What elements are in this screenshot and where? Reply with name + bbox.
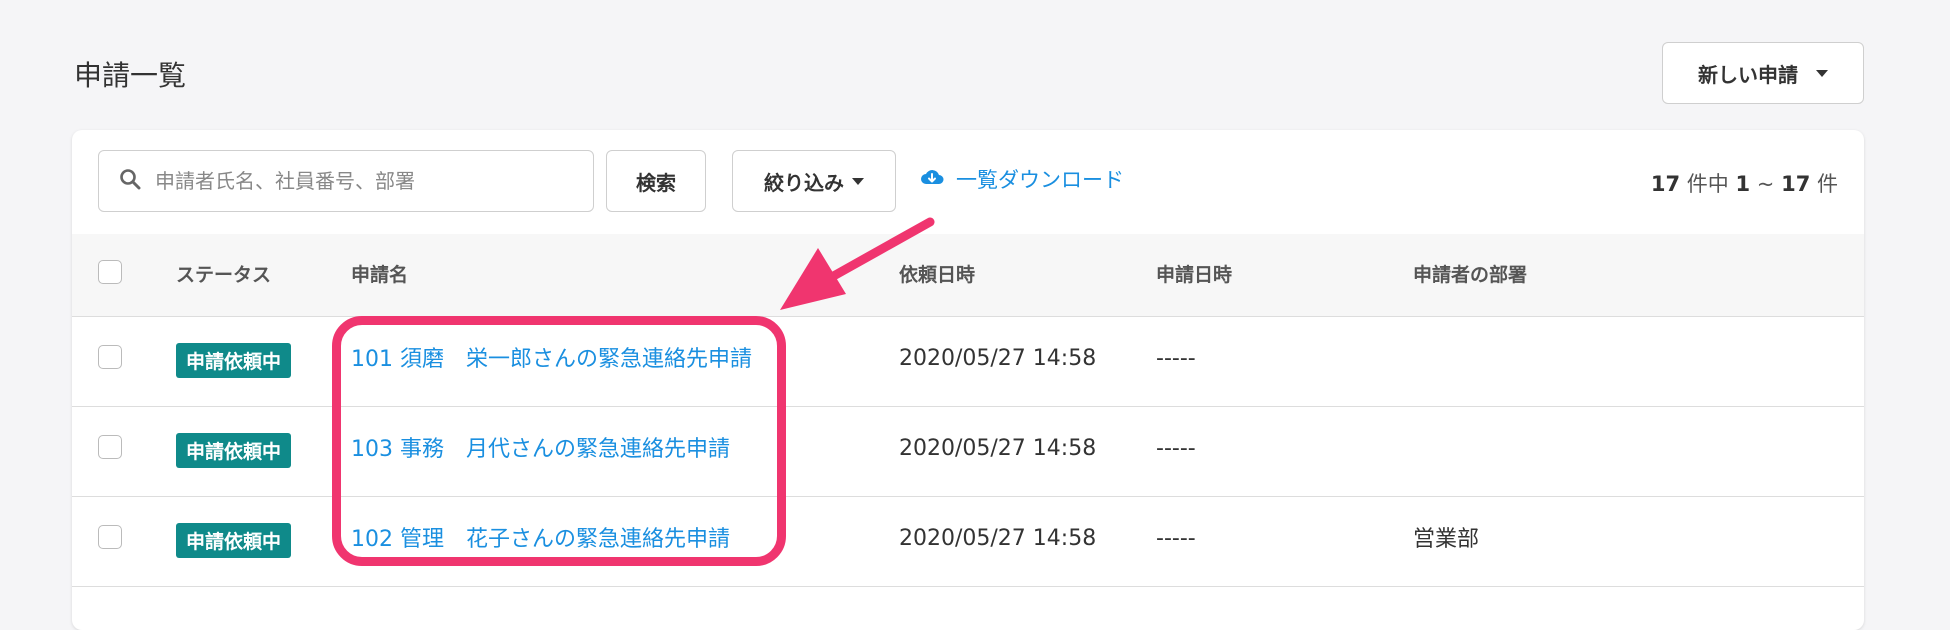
count-to-suffix: 件: [1817, 172, 1838, 196]
column-header-status[interactable]: ステータス: [176, 234, 271, 316]
select-all-checkbox[interactable]: [98, 260, 122, 284]
search-icon: [119, 168, 141, 194]
column-header-applied-at[interactable]: 申請日時: [1156, 234, 1232, 316]
cloud-download-icon: [920, 167, 944, 192]
search-button-label: 検索: [636, 170, 676, 195]
status-badge: 申請依頼中: [176, 433, 292, 468]
application-name-link[interactable]: 101 須磨 栄一郎さんの緊急連絡先申請: [351, 341, 752, 373]
requested-at-cell: 2020/05/27 14:58: [899, 436, 1097, 461]
search-input[interactable]: [153, 168, 577, 194]
applied-at-cell: -----: [1156, 346, 1196, 371]
requested-at-cell: 2020/05/27 14:58: [899, 526, 1097, 551]
search-button[interactable]: 検索: [606, 150, 706, 212]
table-row[interactable]: 申請依頼中 102 管理 花子さんの緊急連絡先申請 2020/05/27 14:…: [72, 497, 1864, 587]
column-header-department[interactable]: 申請者の部署: [1413, 234, 1527, 316]
row-checkbox[interactable]: [98, 435, 122, 459]
status-badge: 申請依頼中: [176, 523, 292, 558]
table-header: ステータス 申請名 依頼日時 申請日時 申請者の部署: [72, 234, 1864, 317]
requested-at-cell: 2020/05/27 14:58: [899, 346, 1097, 371]
search-field[interactable]: [98, 150, 594, 212]
application-name-link[interactable]: 102 管理 花子さんの緊急連絡先申請: [351, 521, 730, 553]
department-cell: 営業部: [1413, 527, 1480, 552]
count-total-suffix: 件中: [1686, 172, 1729, 196]
applied-at-cell: -----: [1156, 526, 1196, 551]
count-separator: ~: [1756, 172, 1775, 196]
column-header-requested-at[interactable]: 依頼日時: [899, 234, 975, 316]
caret-down-icon: [1816, 69, 1828, 77]
row-checkbox[interactable]: [98, 345, 122, 369]
table-row[interactable]: 申請依頼中 103 事務 月代さんの緊急連絡先申請 2020/05/27 14:…: [72, 407, 1864, 497]
row-checkbox[interactable]: [98, 525, 122, 549]
application-name-link[interactable]: 103 事務 月代さんの緊急連絡先申請: [351, 431, 730, 463]
filter-button-label: 絞り込み: [764, 170, 844, 195]
count-total: 17: [1650, 172, 1681, 196]
filter-button[interactable]: 絞り込み: [732, 150, 896, 212]
count-to: 17: [1781, 172, 1811, 196]
new-application-label: 新しい申請: [1698, 62, 1798, 87]
column-header-name[interactable]: 申請名: [351, 234, 408, 316]
caret-down-icon: [852, 177, 864, 185]
applied-at-cell: -----: [1156, 436, 1196, 461]
status-badge: 申請依頼中: [176, 343, 292, 378]
download-list-link[interactable]: 一覧ダウンロード: [920, 164, 1124, 194]
table-row[interactable]: 申請依頼中 101 須磨 栄一郎さんの緊急連絡先申請 2020/05/27 14…: [72, 317, 1864, 407]
new-application-button[interactable]: 新しい申請: [1662, 42, 1864, 104]
result-count: 17 件中 1 ~ 17 件: [1651, 168, 1838, 198]
application-list-card: 検索 絞り込み 一覧ダウンロード 17 件中 1 ~ 17 件 ステータス 申請…: [72, 130, 1864, 630]
page-title: 申請一覧: [74, 59, 187, 92]
download-label: 一覧ダウンロード: [956, 168, 1124, 192]
count-from: 1: [1735, 172, 1751, 196]
